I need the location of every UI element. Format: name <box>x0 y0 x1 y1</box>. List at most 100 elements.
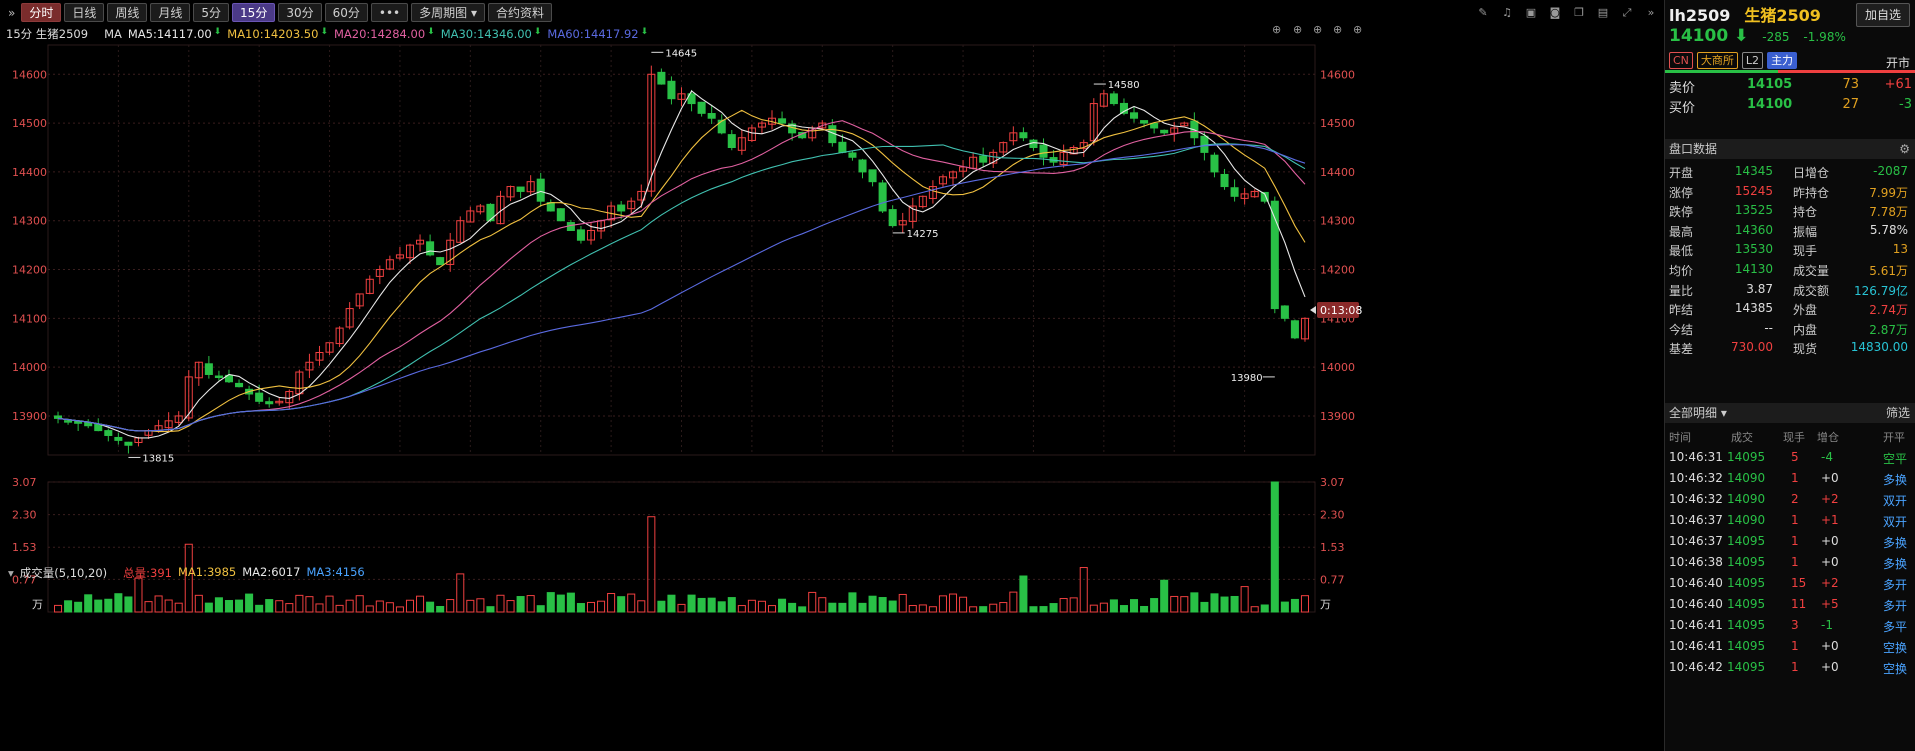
trade-time: 10:46:42 <box>1669 660 1723 674</box>
candle-body <box>778 118 787 124</box>
board-label: 成交量 <box>1793 264 1830 278</box>
volume-bar <box>576 603 585 613</box>
candle-body <box>697 101 706 114</box>
volume-bar <box>788 602 797 613</box>
period-button[interactable]: 分时 <box>21 3 62 22</box>
price-tick-label: 14000 <box>12 361 47 374</box>
volume-unit: 万 <box>32 598 43 611</box>
down-arrow-icon: ⬇ <box>320 27 328 37</box>
tag-main: 主力 <box>1767 52 1798 69</box>
lock-icon[interactable]: ▣ <box>1522 6 1540 19</box>
volume-bar <box>888 600 897 613</box>
volume-bar <box>1160 579 1169 613</box>
candle-body <box>235 382 244 388</box>
candle-body <box>667 80 676 100</box>
down-arrow-icon: ⬇ <box>533 27 542 37</box>
filter-button[interactable]: 筛选 <box>1886 403 1910 423</box>
volume-bar <box>1260 604 1269 613</box>
volume-bar <box>315 603 324 613</box>
trade-time: 10:46:31 <box>1669 450 1723 464</box>
volume-bar <box>275 600 284 613</box>
trade-price: 14095 <box>1727 576 1766 590</box>
volume-bar <box>808 591 817 613</box>
period-button[interactable]: ••• <box>370 3 409 22</box>
down-arrow-icon: ⬇ <box>427 27 435 37</box>
volume-tick-label-right: 1.53 <box>1320 541 1345 554</box>
volume-bar <box>1049 603 1058 613</box>
board-label: 量比 <box>1669 283 1694 298</box>
trade-row: 10:46:42 14095 1 +0 空换 <box>1665 657 1915 678</box>
window-icon[interactable]: ❐ <box>1570 6 1588 19</box>
volume-bar <box>979 606 988 613</box>
trade-volume: 1 <box>1791 534 1799 548</box>
price-tick-label-right: 14600 <box>1320 68 1355 81</box>
board-label: 现货 <box>1793 342 1818 357</box>
collapse-left-icon[interactable]: » <box>8 6 15 20</box>
volume-bar <box>798 606 807 613</box>
board-header[interactable]: 盘口数据 ⚙ <box>1665 139 1915 159</box>
fullscreen-icon[interactable]: ⤢ <box>1618 6 1636 20</box>
period-button[interactable]: 合约资料 <box>487 3 552 22</box>
volume-bar <box>134 577 143 613</box>
board-value: -- <box>1764 320 1773 335</box>
trade-volume: 5 <box>1791 450 1799 464</box>
volume-bar <box>999 602 1008 613</box>
period-button[interactable]: 30分 <box>278 3 322 22</box>
volume-bar <box>506 600 515 613</box>
add-watchlist-button[interactable]: 加自选 <box>1855 3 1910 27</box>
board-label: 日增仓 <box>1793 166 1830 180</box>
settings-icon[interactable]: ⚙ <box>1899 139 1910 159</box>
volume-bar <box>64 600 73 613</box>
column-header: 增仓 <box>1817 431 1839 444</box>
trade-delta: -1 <box>1821 618 1833 632</box>
bid-delta: -3 <box>1899 97 1912 112</box>
kline-chart[interactable]: 14600 14600 14500 14500 14400 14400 14300 14300… <box>0 0 1662 751</box>
volume-bar <box>395 606 404 613</box>
candle-body <box>979 155 988 163</box>
volume-ma-value: MA1:3985 <box>177 565 237 579</box>
volume-bar <box>1019 575 1028 613</box>
pencil-icon[interactable]: ✎ <box>1474 6 1492 19</box>
trade-time: 10:46:40 <box>1669 576 1723 590</box>
camera-icon[interactable]: ◙ <box>1546 6 1564 19</box>
period-button[interactable]: 月线 <box>150 3 191 22</box>
trade-row: 10:46:32 14090 2 +2 双开 <box>1665 489 1915 510</box>
volume-bar <box>948 593 958 613</box>
period-button[interactable]: 5分 <box>193 3 230 22</box>
trade-price: 14095 <box>1727 534 1766 548</box>
trade-delta: +0 <box>1821 639 1839 653</box>
column-header: 开平 <box>1883 431 1905 444</box>
ask-volume: 73 <box>1842 77 1859 92</box>
trade-delta: +0 <box>1821 555 1839 569</box>
period-button[interactable]: 周线 <box>107 3 148 22</box>
trades-header[interactable]: 全部明细 ▾ 筛选 <box>1665 403 1915 423</box>
volume-bar <box>74 601 83 613</box>
volume-bar <box>838 602 847 613</box>
bell-icon[interactable]: ♫ <box>1498 6 1516 19</box>
period-button[interactable]: 日线 <box>64 3 105 22</box>
volume-bar <box>757 600 766 613</box>
trade-time: 10:46:41 <box>1669 639 1723 653</box>
volume-tick-label-right: 2.30 <box>1320 509 1345 522</box>
volume-toggle-icon[interactable]: ▾ <box>8 566 14 580</box>
ma-value: MA5:14117.00 <box>127 27 212 41</box>
period-button[interactable]: 60分 <box>324 3 368 22</box>
price-value: 14100 <box>1669 26 1729 46</box>
collapse-right-icon[interactable]: » <box>1642 6 1660 19</box>
volume-bar <box>1069 597 1078 613</box>
period-button[interactable]: 15分 <box>232 3 276 22</box>
trades-title[interactable]: 全部明细 ▾ <box>1669 403 1727 423</box>
volume-bar <box>858 602 867 613</box>
volume-bar <box>989 603 998 613</box>
volume-bar <box>908 605 917 613</box>
layout-icon[interactable]: ▤ <box>1594 6 1612 19</box>
tag-l2[interactable]: L2 <box>1741 52 1764 69</box>
volume-bar <box>466 599 475 613</box>
period-button[interactable]: 多周期图 ▾ <box>411 3 485 22</box>
candle-body <box>1039 144 1048 158</box>
candle-body <box>64 420 73 423</box>
trade-type: 多开 <box>1883 578 1908 592</box>
volume-bar <box>1029 606 1038 613</box>
volume-bar <box>1130 599 1139 613</box>
board-value: 14830.00 <box>1850 340 1908 355</box>
